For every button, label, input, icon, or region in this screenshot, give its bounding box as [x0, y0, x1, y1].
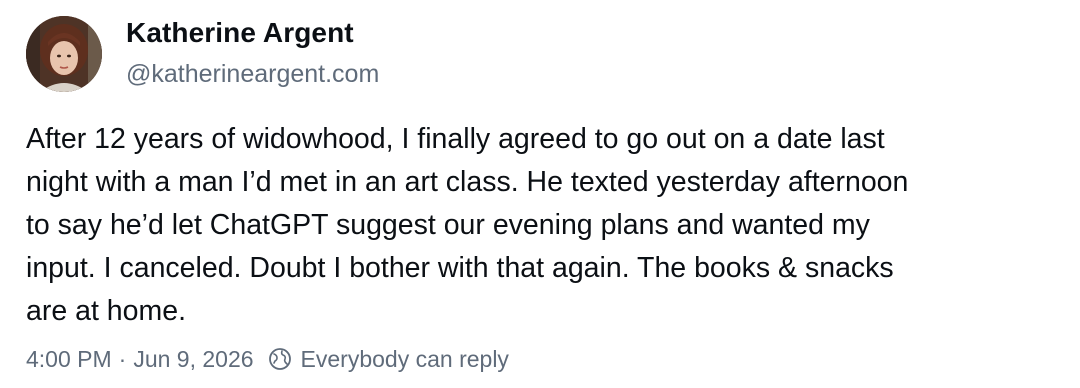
avatar-image [26, 16, 102, 92]
post-time[interactable]: 4:00 PM [26, 346, 112, 373]
author-handle[interactable]: @katherineargent.com [126, 60, 379, 89]
post-text-line: are at home. [26, 295, 187, 327]
post-text-line: After 12 years of widowhood, I finally a… [26, 123, 885, 155]
globe-icon [268, 347, 292, 371]
post-text-line: input. I canceled. Doubt I bother with t… [26, 252, 894, 284]
post-text-line: night with a man I’d met in an art class… [26, 166, 909, 198]
author-name[interactable]: Katherine Argent [126, 17, 354, 49]
post-meta: 4:00 PM · Jun 9, 2026 Everybody can repl… [26, 343, 509, 375]
reply-setting[interactable]: Everybody can reply [301, 346, 509, 373]
meta-separator: · [118, 345, 127, 372]
post-text-line: to say he’d let ChatGPT suggest our even… [26, 209, 870, 241]
post-date[interactable]: Jun 9, 2026 [133, 346, 253, 373]
post-text: After 12 years of widowhood, I finally a… [26, 118, 1066, 333]
avatar[interactable] [26, 16, 102, 92]
post-card: Katherine Argent @katherineargent.com Af… [0, 0, 1080, 388]
